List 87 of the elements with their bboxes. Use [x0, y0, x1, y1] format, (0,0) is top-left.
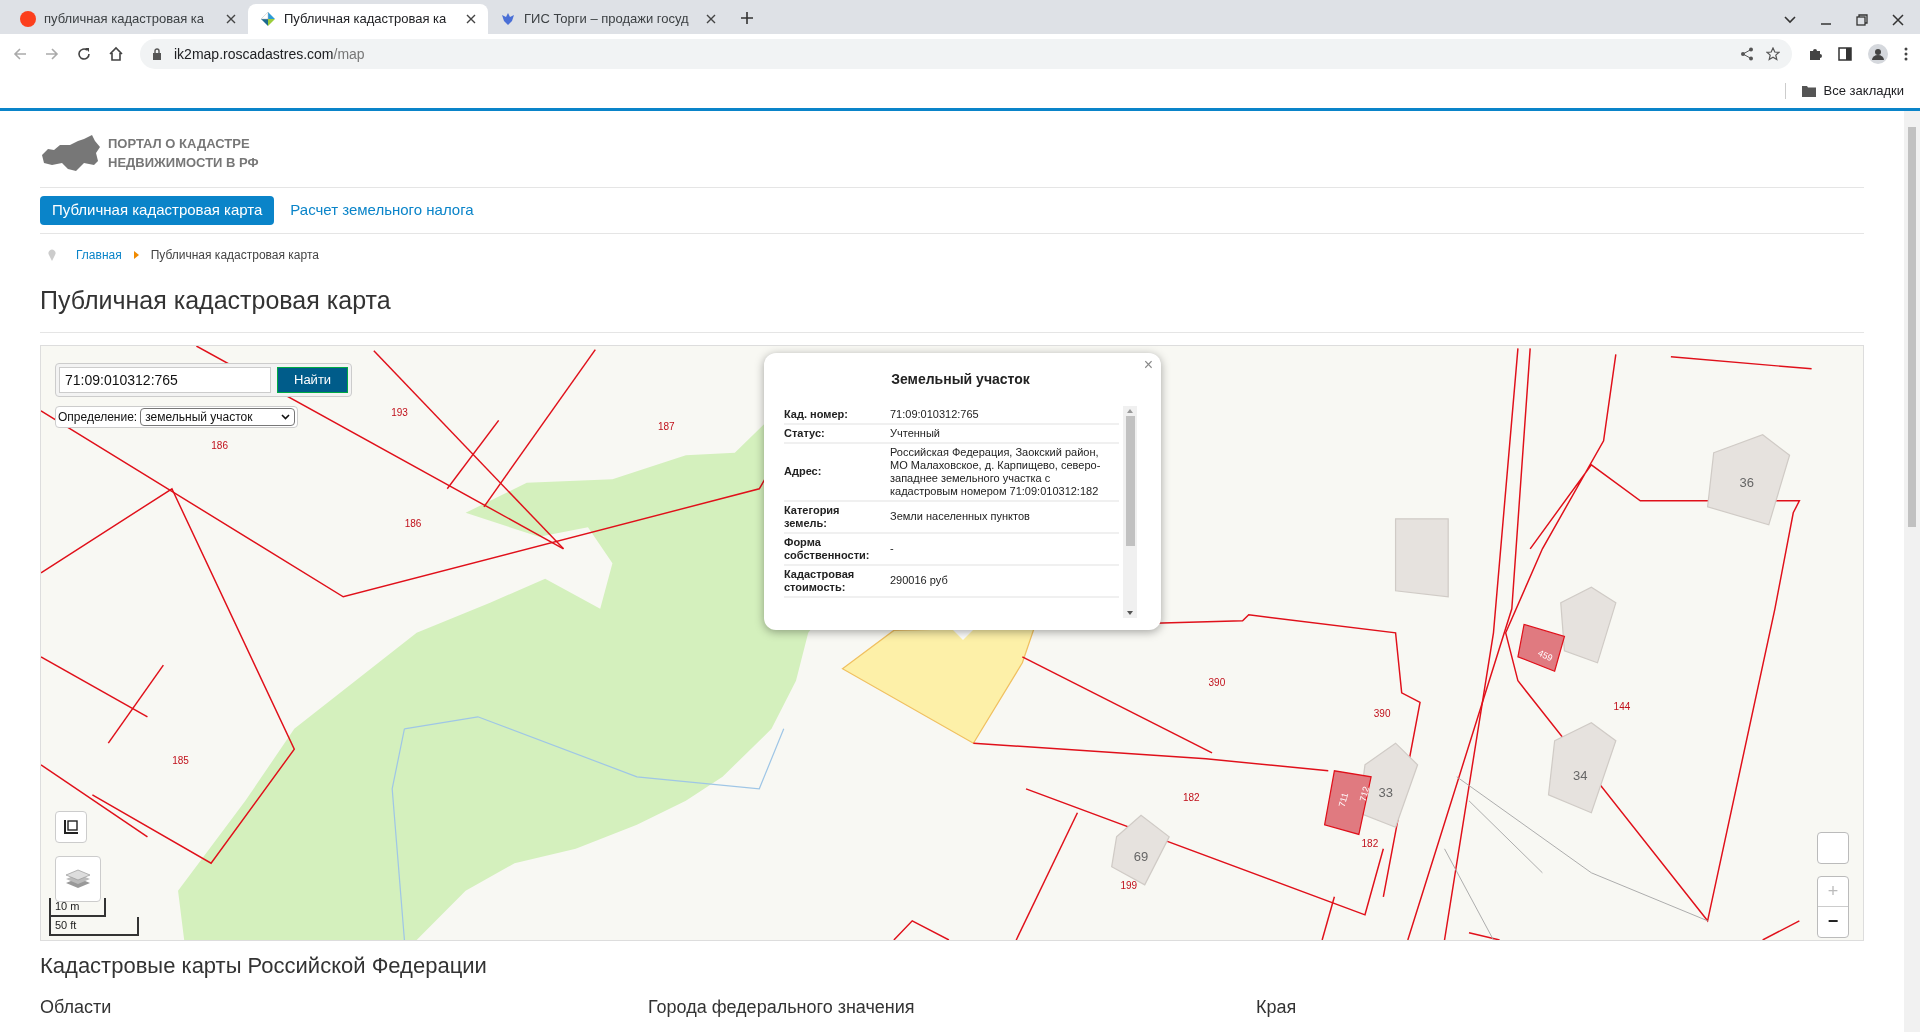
bookmarks-label[interactable]: Все закладки: [1823, 81, 1904, 101]
field-value: Земли населенных пунктов: [890, 510, 1031, 523]
parcel-number: 144: [1613, 701, 1631, 712]
field-value: 71:09:010312:765: [890, 407, 980, 421]
building-number: 36: [1739, 475, 1754, 489]
definition-label: Определение:: [58, 408, 138, 426]
definition-select[interactable]: земельный участок: [140, 407, 296, 426]
parcel-number: 182: [1182, 792, 1200, 803]
circle-logo-icon: [20, 11, 36, 27]
frame-icon: [63, 818, 79, 835]
nav-link[interactable]: Публичная кадастровая карта: [40, 196, 275, 225]
close-icon[interactable]: [1892, 14, 1904, 26]
field-label: Кад. номер:: [784, 407, 849, 421]
parcel-number: 193: [391, 407, 408, 418]
selection-tool-button[interactable]: [55, 810, 87, 843]
location-pin-icon: [48, 249, 56, 261]
field-label: Кадастровая стоимость:: [784, 567, 856, 594]
scale-bar: 50 ft: [49, 916, 139, 936]
column-heading: Области: [40, 995, 113, 1019]
nav-link[interactable]: Расчет земельного налога: [278, 196, 486, 225]
address-bar[interactable]: ik2map.roscadastres.com/map: [140, 39, 1792, 69]
field-value: Учтенный: [890, 426, 941, 440]
tab-title: публичная кадастровая ка: [44, 10, 205, 29]
parcel-number: 185: [172, 755, 189, 766]
parcel-number: 186: [404, 519, 422, 530]
building-number: 34: [1573, 768, 1588, 782]
url-text: ik2map.roscadastres.com/map: [174, 44, 365, 64]
folder-icon: [1801, 85, 1816, 97]
profile-icon[interactable]: [1868, 44, 1888, 64]
puzzle-icon[interactable]: [1808, 47, 1822, 61]
close-icon[interactable]: [466, 14, 476, 24]
column-heading: Края: [1256, 995, 1298, 1019]
parcel-number: 390: [1373, 708, 1391, 719]
close-icon[interactable]: [706, 14, 716, 24]
chevron-down-icon: [281, 413, 291, 420]
tab-title: ГИС Торги – продажи госуд: [524, 10, 690, 29]
parcel-number: 187: [657, 422, 675, 433]
logo-text: ПОРТАЛ О КАДАСТРЕ: [108, 135, 251, 153]
more-icon[interactable]: [1904, 47, 1908, 61]
chevron-down-icon[interactable]: [1784, 16, 1796, 24]
close-button[interactable]: ×: [1143, 356, 1153, 373]
parcel-number: 712: [1358, 785, 1372, 803]
layers-icon: [65, 867, 91, 890]
parcel-number: 199: [1120, 880, 1138, 891]
new-tab-icon[interactable]: [740, 11, 754, 25]
star-icon[interactable]: [1766, 47, 1780, 61]
parcel-number: 390: [1208, 677, 1226, 688]
field-label: Адрес:: [784, 465, 823, 478]
search-field[interactable]: 71:09:010312:765: [59, 366, 271, 393]
share-icon[interactable]: [1740, 47, 1754, 61]
breadcrumb-link[interactable]: Главная: [76, 246, 122, 264]
parcel-number: 182: [1361, 838, 1379, 849]
caret-right-icon: [133, 251, 139, 259]
browser-tab[interactable]: ГИС Торги – продажи госуд: [488, 4, 728, 34]
logo-text: НЕДВИЖИМОСТИ В РФ: [108, 154, 259, 172]
home-icon[interactable]: [108, 46, 124, 62]
browser-tab[interactable]: публичная кадастровая ка: [8, 4, 248, 34]
browser-tab[interactable]: Публичная кадастровая ка: [248, 4, 488, 34]
section-title: Кадастровые карты Российской Федерации: [40, 951, 488, 980]
find-button[interactable]: Найти: [277, 366, 349, 393]
field-label: Форма собственности:: [784, 535, 871, 562]
field-value: Российская Федерация, Заокский район, МО Малаховское, д. Карпищево, северо-западнее земельного участка с кадастровым номером 71:09:010312:182: [890, 445, 1102, 498]
popup-title: Земельный участок: [890, 369, 1031, 389]
breadcrumb-current: Публичная кадастровая карта: [150, 247, 319, 264]
lock-icon: [152, 48, 162, 60]
field-value: 290016 руб: [890, 574, 949, 587]
parcel-number: 711: [1337, 792, 1351, 809]
building-number: 33: [1378, 785, 1393, 799]
zoom-out-button[interactable]: −: [1818, 906, 1848, 937]
scroll-thumb[interactable]: [1125, 415, 1135, 546]
side-panel-icon[interactable]: [1838, 47, 1852, 61]
field-label: Статус:: [784, 426, 826, 440]
diamond-logo-icon: [260, 11, 276, 27]
building-number: 69: [1133, 849, 1149, 862]
parcel-number: 186: [211, 441, 228, 452]
column-heading: Города федерального значения: [648, 995, 916, 1019]
tab-title: Публичная кадастровая ка: [284, 10, 448, 29]
page-title: Публичная кадастровая карта: [40, 282, 1864, 333]
reload-icon[interactable]: [76, 46, 92, 62]
close-icon[interactable]: [226, 14, 236, 24]
layers-button[interactable]: [55, 855, 101, 902]
scale-bar: 10 m: [49, 897, 106, 917]
field-label: Категория земель:: [784, 503, 841, 530]
restore-icon[interactable]: [1856, 14, 1868, 26]
emblem-icon: [500, 11, 516, 27]
parcel-number: 459: [1536, 649, 1554, 664]
field-value: -: [890, 542, 895, 555]
